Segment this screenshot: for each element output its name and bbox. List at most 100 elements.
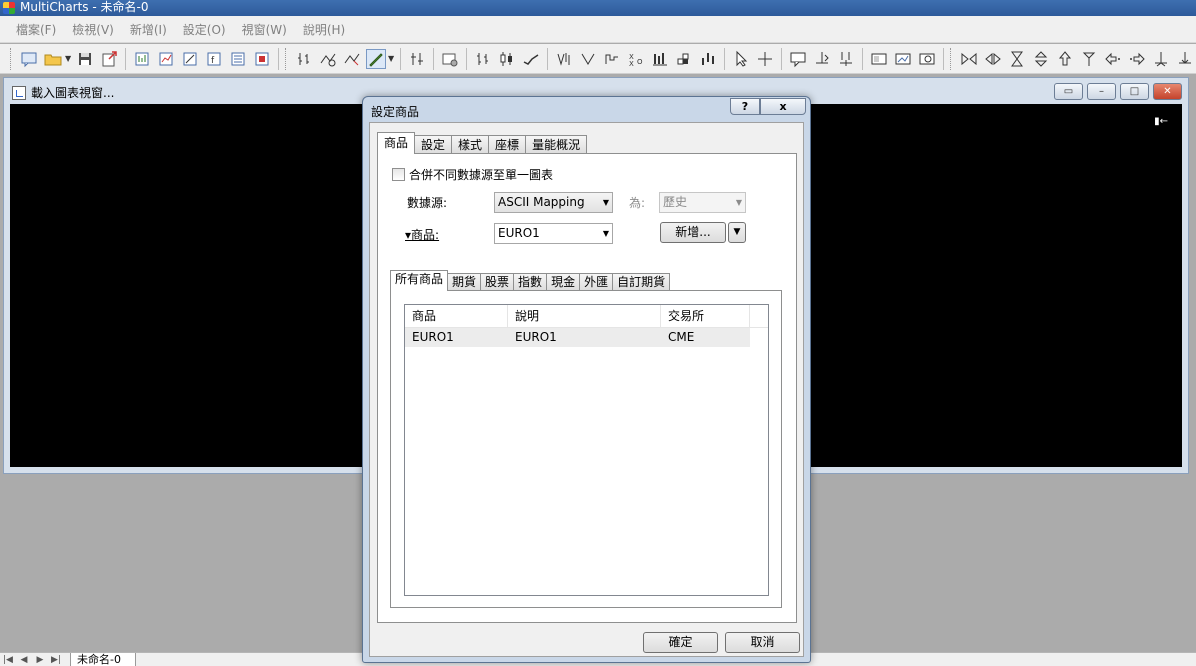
next-sheet-icon[interactable]: ▶ [32, 655, 48, 665]
insert-study-icon[interactable] [156, 49, 176, 69]
expand-vertical-icon[interactable] [1031, 49, 1051, 69]
shift-right-icon[interactable] [812, 49, 832, 69]
insert-symbol-icon[interactable] [132, 49, 152, 69]
scroll-right-icon[interactable] [1127, 49, 1147, 69]
column-header-symbol[interactable]: 商品 [405, 305, 508, 327]
merge-datasources-checkbox[interactable] [392, 168, 405, 181]
candlestick-icon[interactable] [497, 49, 517, 69]
compress-vertical-icon[interactable] [1007, 49, 1027, 69]
tab-instrument[interactable]: 商品 [377, 132, 416, 154]
sheet-tab[interactable]: 未命名-0 [70, 652, 136, 666]
format-signal-icon[interactable] [342, 49, 362, 69]
ok-button[interactable]: 確定 [643, 632, 718, 653]
tab-custom-futures[interactable]: 自訂期貨 [612, 273, 671, 291]
dialog-close-button[interactable]: x [760, 98, 806, 115]
open-folder-icon[interactable] [43, 49, 63, 69]
tab-settings[interactable]: 設定 [414, 135, 453, 154]
datasource-label: 數據源: [407, 196, 448, 210]
tab-style[interactable]: 樣式 [451, 135, 490, 154]
column-header-exchange[interactable]: 交易所 [661, 305, 750, 327]
menu-help[interactable]: 說明(H) [295, 21, 353, 38]
insert-dom-icon[interactable] [252, 49, 272, 69]
restore-window-icon[interactable]: ▭ [1054, 83, 1083, 100]
drawing-tool-icon[interactable] [366, 48, 386, 69]
line-break-icon[interactable] [602, 49, 622, 69]
symbol-select[interactable]: EURO1 ▼ [494, 223, 613, 244]
menu-format[interactable]: 設定(O) [175, 21, 234, 38]
maximize-button[interactable]: □ [1120, 83, 1149, 100]
format-study-icon[interactable] [318, 49, 338, 69]
list-header: 商品 說明 交易所 [405, 305, 768, 328]
tab-forex[interactable]: 外匯 [579, 273, 614, 291]
format-symbol-icon[interactable] [294, 49, 314, 69]
ohlc-bar-icon[interactable] [473, 49, 493, 69]
new-symbol-dropdown-icon[interactable]: ▼ [728, 222, 746, 243]
scroll-down-icon[interactable] [1079, 49, 1099, 69]
data-window-icon[interactable] [893, 49, 913, 69]
first-sheet-icon[interactable]: |◀ [0, 655, 16, 665]
anchor-right-icon[interactable] [1175, 49, 1195, 69]
last-sheet-icon[interactable]: ▶| [48, 655, 64, 665]
menu-insert[interactable]: 新增(I) [122, 21, 175, 38]
toolbar-grip[interactable] [950, 47, 953, 70]
shift-bars-icon[interactable] [836, 49, 856, 69]
drawing-dropdown-icon[interactable]: ▼ [388, 54, 396, 63]
tab-cash[interactable]: 現金 [546, 273, 581, 291]
table-row[interactable]: EURO1 EURO1 CME [405, 328, 750, 347]
prev-sheet-icon[interactable]: ◀ [16, 655, 32, 665]
tab-all-instruments[interactable]: 所有商品 [390, 270, 449, 291]
renko-icon[interactable] [674, 49, 694, 69]
menu-file[interactable]: 檔案(F) [8, 21, 64, 38]
as-label: 為: [629, 196, 646, 210]
menu-view[interactable]: 檢視(V) [64, 21, 122, 38]
instrument-list[interactable]: 商品 說明 交易所 EURO1 EURO1 CME [404, 304, 769, 596]
minimize-button[interactable]: – [1087, 83, 1116, 100]
pointer-icon[interactable] [731, 49, 751, 69]
save-icon[interactable] [75, 49, 95, 69]
anchor-left-icon[interactable] [1151, 49, 1171, 69]
open-dropdown-icon[interactable]: ▼ [65, 54, 73, 63]
export-icon[interactable] [99, 49, 119, 69]
point-figure-xo-icon[interactable]: XXO [626, 49, 646, 69]
cancel-button[interactable]: 取消 [725, 632, 800, 653]
scroll-left-icon[interactable] [1103, 49, 1123, 69]
toolbar-grip[interactable] [10, 47, 13, 70]
toolbar-grip[interactable] [285, 47, 288, 70]
as-value: 歷史 [663, 195, 688, 209]
window-title: MultiCharts - 未命名-0 [20, 0, 149, 14]
tab-stocks[interactable]: 股票 [480, 273, 515, 291]
line-chart-icon[interactable] [521, 49, 541, 69]
symbol-label[interactable]: ▾商品: [405, 226, 439, 243]
tab-futures[interactable]: 期貨 [447, 273, 482, 291]
menu-window[interactable]: 視窗(W) [234, 21, 295, 38]
chart-window-title: 載入圖表視窗... [12, 84, 114, 101]
range-bar-icon[interactable] [698, 49, 718, 69]
insert-signal-icon[interactable]: f [204, 49, 224, 69]
close-button[interactable]: ✕ [1153, 83, 1182, 100]
chart-analysis-icon[interactable] [917, 49, 937, 69]
toolbar-separator [724, 47, 725, 70]
tab-indexes[interactable]: 指數 [513, 273, 548, 291]
chart-settings-icon[interactable] [440, 49, 460, 69]
zoom-bars-out-icon[interactable] [983, 49, 1003, 69]
tab-scaling[interactable]: 座標 [488, 135, 527, 154]
chevron-down-icon: ▼ [735, 198, 742, 207]
merge-datasources-row[interactable]: 合併不同數據源至單一圖表 [392, 166, 553, 183]
new-symbol-button[interactable]: 新增... [660, 222, 726, 243]
tab-volume-profile[interactable]: 量能概況 [525, 135, 588, 154]
insert-drawing-icon[interactable] [180, 49, 200, 69]
point-figure-icon[interactable] [554, 49, 574, 69]
help-button[interactable]: ? [730, 98, 760, 115]
column-header-description[interactable]: 說明 [508, 305, 661, 327]
new-chart-icon[interactable] [19, 49, 39, 69]
zoom-bars-in-icon[interactable] [959, 49, 979, 69]
scroll-up-icon[interactable] [1055, 49, 1075, 69]
status-line-icon[interactable] [869, 49, 889, 69]
datasource-select[interactable]: ASCII Mapping ▼ [494, 192, 613, 213]
kagi-icon[interactable] [578, 49, 598, 69]
crosshair-icon[interactable] [755, 49, 775, 69]
volume-bar-icon[interactable] [650, 49, 670, 69]
comment-icon[interactable] [788, 49, 808, 69]
insert-scanner-icon[interactable] [228, 49, 248, 69]
strategy-icon[interactable] [407, 49, 427, 69]
